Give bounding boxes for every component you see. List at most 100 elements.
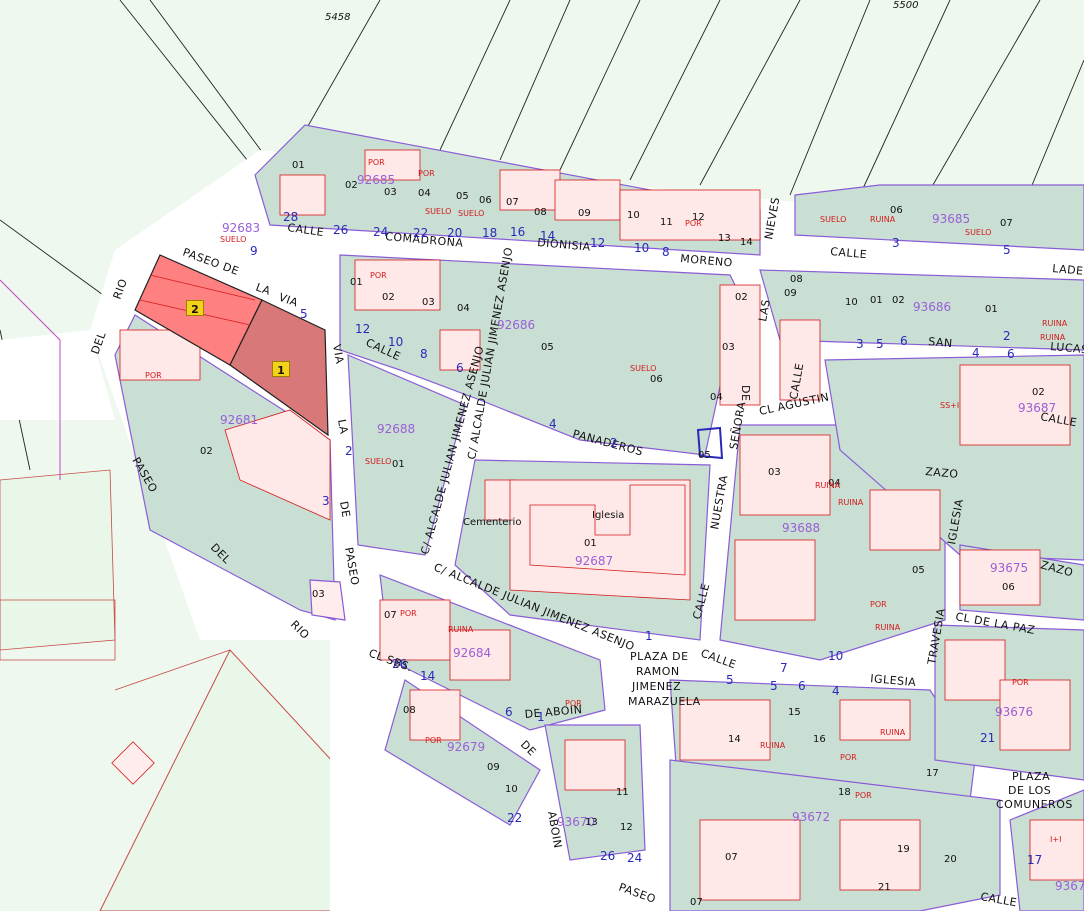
parcel-number: 01 <box>350 277 363 288</box>
block-number: 92681 <box>220 413 258 427</box>
land-use-label: SUELO <box>365 457 391 466</box>
street-label: LA <box>335 418 350 435</box>
house-number: 2 <box>1003 329 1011 343</box>
land-use-label: POR <box>368 158 385 167</box>
block-number: 93673 <box>1055 879 1084 893</box>
parcel-badge-1[interactable]: 1 <box>272 361 290 377</box>
house-number: 8 <box>662 245 670 259</box>
parcel-number: 07 <box>1000 218 1013 229</box>
parcel-number: 11 <box>660 217 673 228</box>
parcel-number: 01 <box>985 304 998 315</box>
house-number: 5 <box>770 679 778 693</box>
street-label: PASEO <box>617 881 658 906</box>
parcel-badge-label: 2 <box>191 303 199 316</box>
parcel-number: 10 <box>845 297 858 308</box>
land-use-label: RUINA <box>815 481 841 490</box>
parcel-number: 15 <box>788 707 801 718</box>
parcel-number: 05 <box>456 191 469 202</box>
street-label: DE <box>739 385 752 401</box>
street-label: RIO <box>288 618 312 642</box>
building-label: Iglesia <box>592 510 624 521</box>
house-number: 4 <box>972 346 980 360</box>
house-number: 5 <box>300 307 308 321</box>
street-label: PLAZA <box>1012 770 1050 783</box>
parcel-number: 08 <box>534 207 547 218</box>
house-number: 3 <box>322 494 330 508</box>
block-number: 93676 <box>995 705 1033 719</box>
parcel-number: 04 <box>457 303 470 314</box>
parcel-number: 01 <box>584 538 597 549</box>
land-use-label: RUINA <box>448 625 474 634</box>
street-label: VIA <box>330 343 346 365</box>
block-number: 93685 <box>932 212 970 226</box>
land-use-label: SUELO <box>220 235 246 244</box>
house-number: 3 <box>892 236 900 250</box>
street-label: LADEO <box>1052 262 1084 278</box>
house-number: 22 <box>413 226 428 240</box>
house-number: 22 <box>507 811 522 825</box>
land-use-label: RUINA <box>1040 333 1066 342</box>
parcel-number: 17 <box>926 768 939 779</box>
parcel-number: 05 <box>541 342 554 353</box>
land-use-label: I+I <box>1050 835 1061 844</box>
parcel-number: 03 <box>768 467 781 478</box>
land-use-label: SUELO <box>820 215 846 224</box>
parcel-number: 16 <box>813 734 826 745</box>
parcel-number: 04 <box>710 392 723 403</box>
land-use-label: SUELO <box>458 209 484 218</box>
parcel-number: 07 <box>506 197 519 208</box>
land-use-label: POR <box>565 699 582 708</box>
street-label: IGLESIA <box>945 498 966 546</box>
parcel-number: 02 <box>200 446 213 457</box>
house-number: 10 <box>388 335 403 349</box>
street-label: NIEVES <box>762 196 782 240</box>
block-number: 93672 <box>792 810 830 824</box>
parcel-number: 07 <box>725 852 738 863</box>
block-number: 93675 <box>990 561 1028 575</box>
parcel-number: 18 <box>838 787 851 798</box>
parcel-number: 08 <box>403 705 416 716</box>
street-label: LAS <box>756 298 773 322</box>
parcel-number: 03 <box>722 342 735 353</box>
house-number: 26 <box>392 657 407 671</box>
house-number: 24 <box>373 225 388 239</box>
land-use-label: POR <box>685 219 702 228</box>
house-number: 12 <box>590 236 605 250</box>
street-label: PANADEROS <box>571 427 644 458</box>
building-label: Cementerio <box>463 517 521 528</box>
house-number: 20 <box>447 226 462 240</box>
street-label: LUCAS <box>1050 340 1084 356</box>
parcel-badge-2[interactable]: 2 <box>186 300 204 316</box>
land-use-label: SS+I <box>940 401 959 410</box>
street-label: ZAZO <box>925 465 959 481</box>
parcel-number: 20 <box>944 854 957 865</box>
house-number: 26 <box>600 849 615 863</box>
parcel-number: 19 <box>897 844 910 855</box>
house-number: 26 <box>333 223 348 237</box>
house-number: 8 <box>420 347 428 361</box>
house-number: 6 <box>900 334 908 348</box>
house-number: 5 <box>876 337 884 351</box>
cadastral-map[interactable]: 5458 5500 COMADRONA CALLE DIONISIA MOREN… <box>0 0 1084 911</box>
parcel-number: 10 <box>627 210 640 221</box>
house-number: 2 <box>610 436 618 450</box>
house-number: 14 <box>540 229 555 243</box>
house-number: 10 <box>828 649 843 663</box>
parcel-number: 08 <box>790 274 803 285</box>
parcel-number: 03 <box>384 187 397 198</box>
grid-label: 5500 <box>893 0 918 11</box>
house-number: 5 <box>1003 243 1011 257</box>
house-number: 3 <box>856 337 864 351</box>
parcel-number: 07 <box>384 610 397 621</box>
parcel-number: 05 <box>698 450 711 461</box>
house-number: 16 <box>510 225 525 239</box>
parcel-number: 04 <box>418 188 431 199</box>
street-label: CL DE LA PAZ <box>954 610 1036 637</box>
parcel-badge-label: 1 <box>277 364 285 377</box>
land-use-label: RUINA <box>1042 319 1068 328</box>
parcel-number: 07 <box>690 897 703 908</box>
land-use-label: POR <box>145 371 162 380</box>
house-number: 24 <box>627 851 642 865</box>
street-label: SAN <box>928 335 953 350</box>
parcel-number: 02 <box>345 180 358 191</box>
